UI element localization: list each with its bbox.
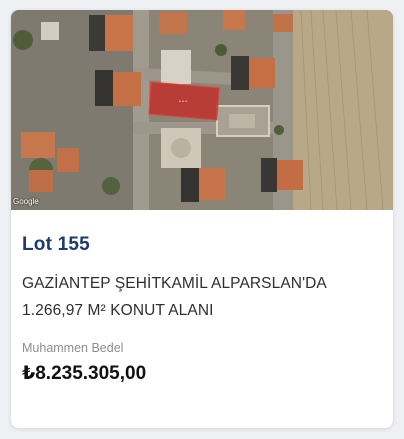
lot-title[interactable]: Lot 155 xyxy=(22,234,382,256)
lot-info: Lot 155 GAZİANTEP ŞEHİTKAMİL ALPARSLAN'D… xyxy=(11,234,393,385)
satellite-map-image[interactable]: • • • Google xyxy=(11,10,393,210)
lot-card[interactable]: • • • Google Lot 155 GAZİANTEP ŞEHİTKAMİ… xyxy=(11,10,393,428)
google-attribution: Google xyxy=(13,197,39,206)
lot-description: GAZİANTEP ŞEHİTKAMİL ALPARSLAN'DA 1.266,… xyxy=(22,275,327,319)
price-label: Muhammen Bedel xyxy=(22,341,124,355)
price-value: ₺8.235.305,00 xyxy=(22,363,147,384)
svg-text:• • •: • • • xyxy=(179,99,187,105)
